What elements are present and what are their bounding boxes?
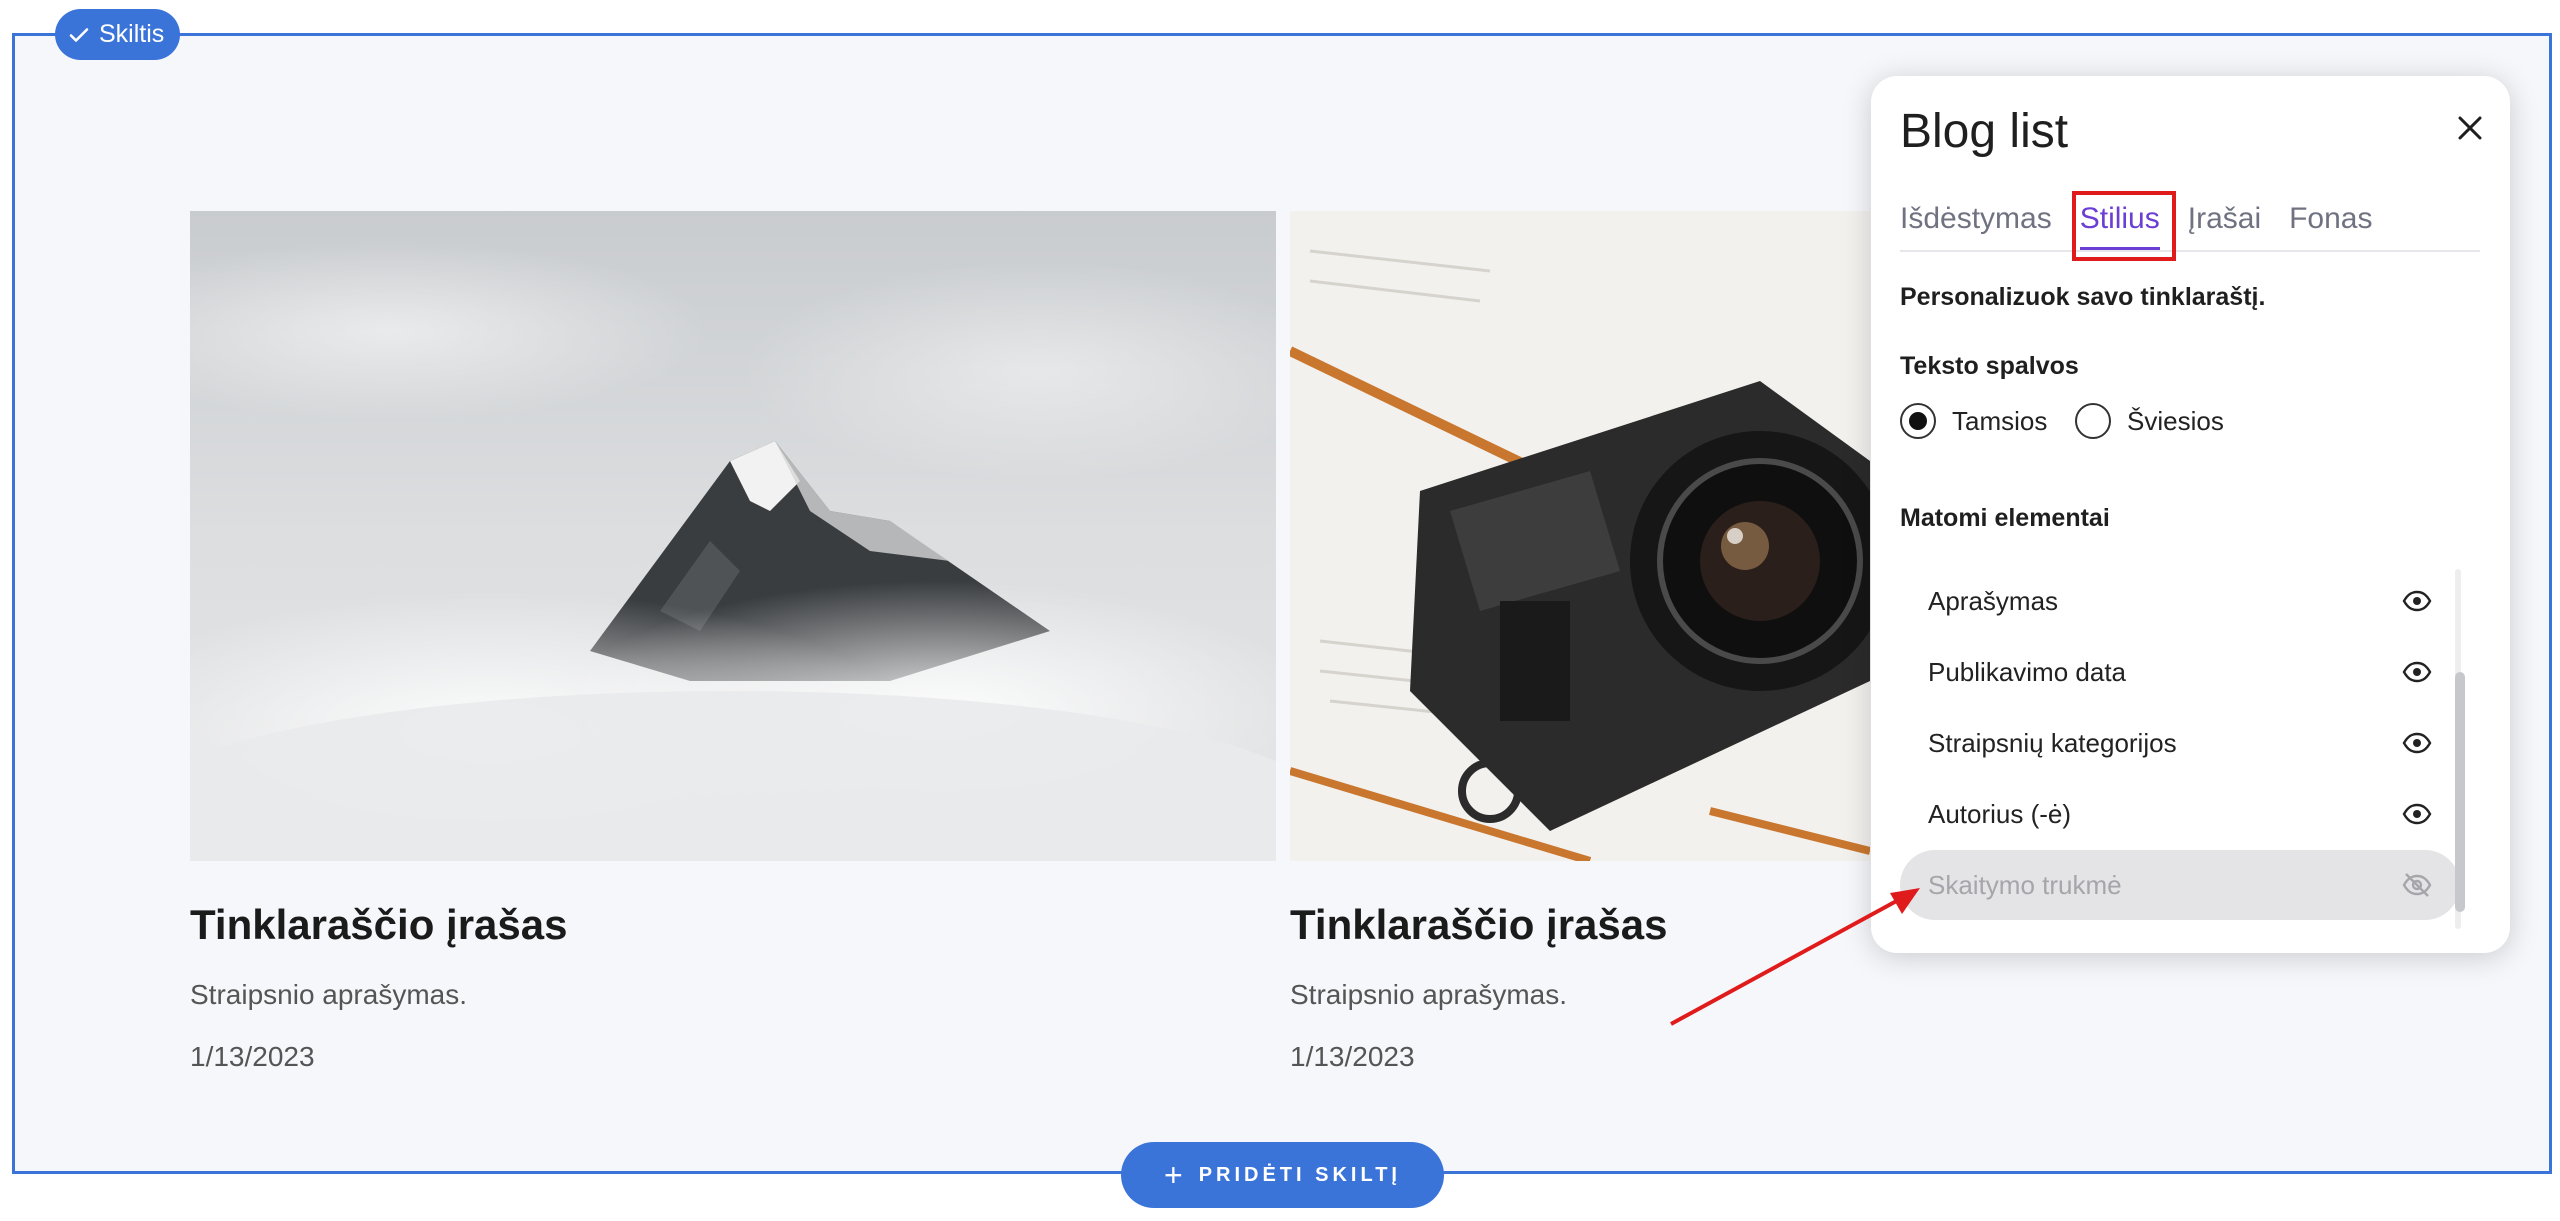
close-icon: [2458, 116, 2482, 140]
eye-icon[interactable]: [2402, 799, 2432, 829]
visible-elements-list: Aprašymas Publikavimo data Straipsnių ka…: [1900, 566, 2480, 926]
tab-layout[interactable]: Išdėstymas: [1900, 202, 2052, 252]
radio-light-circle[interactable]: [2075, 403, 2111, 439]
panel-tabs: Išdėstymas Stilius Įrašai Fonas: [1900, 202, 2480, 252]
list-item[interactable]: Straipsnių kategorijos: [1900, 708, 2460, 778]
post-title[interactable]: Tinklaraščio įrašas: [1290, 901, 1870, 949]
post-image-mountain[interactable]: [190, 211, 1276, 861]
post-date: 1/13/2023: [1290, 1041, 1415, 1072]
blog-list-settings-panel: Blog list Išdėstymas Stilius Įrašai Fona…: [1871, 76, 2510, 953]
mountain-photo: [190, 211, 1276, 861]
radio-light-label: Šviesios: [2127, 405, 2224, 436]
highlight-box: [2072, 191, 2176, 261]
add-section-label: PRIDĖTI SKILTĮ: [1198, 1163, 1401, 1186]
eye-icon[interactable]: [2402, 586, 2432, 616]
eye-icon[interactable]: [2402, 728, 2432, 758]
section-badge-label: Skiltis: [99, 20, 165, 48]
blog-card[interactable]: Tinklaraščio įrašas Straipsnio aprašymas…: [1290, 211, 1870, 1073]
radio-dark-circle[interactable]: [1900, 403, 1936, 439]
blog-card[interactable]: Tinklaraščio įrašas Straipsnio aprašymas…: [190, 211, 1276, 1073]
post-title[interactable]: Tinklaraščio įrašas: [190, 901, 1276, 949]
camera-photo: [1290, 211, 1870, 861]
scrollbar-thumb[interactable]: [2455, 672, 2465, 912]
eye-icon[interactable]: [2402, 657, 2432, 687]
element-label: Autorius (-ė): [1928, 798, 2072, 829]
visible-elements-label: Matomi elementai: [1900, 504, 2110, 532]
page: Skiltis Tinklaraščio įrašas Straipsnio a…: [0, 0, 2560, 1221]
radio-light[interactable]: Šviesios: [2075, 403, 2224, 439]
radio-dark[interactable]: Tamsios: [1900, 403, 2047, 439]
section-badge[interactable]: Skiltis: [55, 9, 181, 60]
list-item[interactable]: Autorius (-ė): [1900, 779, 2460, 849]
add-section-button[interactable]: + PRIDĖTI SKILTĮ: [1121, 1142, 1444, 1208]
post-image-camera[interactable]: [1290, 211, 1870, 861]
check-icon: [69, 27, 89, 42]
text-colors-label: Teksto spalvos: [1900, 352, 2079, 380]
post-description: Straipsnio aprašymas.: [190, 979, 468, 1010]
element-label: Skaitymo trukmė: [1928, 869, 2122, 900]
element-label: Aprašymas: [1928, 585, 2059, 616]
panel-subtitle: Personalizuok savo tinklaraštį.: [1900, 283, 2266, 311]
tab-posts[interactable]: Įrašai: [2188, 202, 2261, 252]
post-description: Straipsnio aprašymas.: [1290, 979, 1568, 1010]
eye-off-icon[interactable]: [2402, 870, 2432, 900]
list-item[interactable]: Publikavimo data: [1900, 637, 2460, 707]
post-date: 1/13/2023: [190, 1041, 315, 1072]
plus-icon: +: [1164, 1157, 1183, 1193]
panel-title: Blog list: [1900, 105, 2069, 158]
radio-dark-label: Tamsios: [1952, 405, 2048, 436]
list-item-hidden[interactable]: Skaitymo trukmė: [1900, 850, 2460, 920]
tab-background[interactable]: Fonas: [2289, 202, 2372, 252]
list-item[interactable]: Aprašymas: [1900, 566, 2460, 636]
element-label: Straipsnių kategorijos: [1928, 727, 2177, 758]
element-label: Publikavimo data: [1928, 656, 2126, 687]
close-button[interactable]: [2446, 104, 2494, 152]
